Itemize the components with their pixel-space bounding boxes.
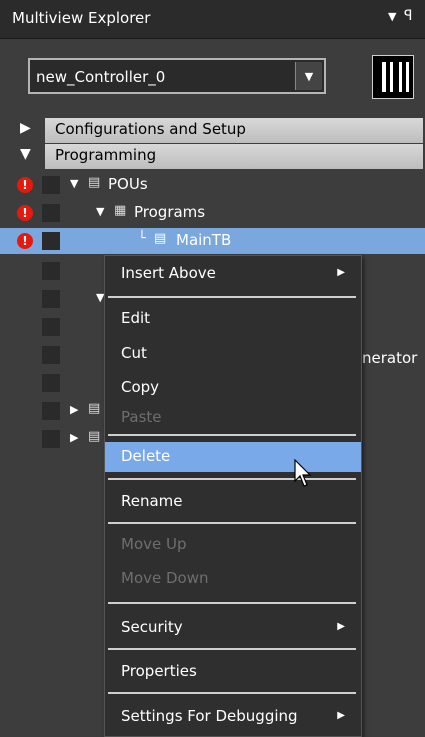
menu-item-label: Delete (121, 447, 171, 465)
menu-item-delete[interactable]: Delete (105, 442, 361, 472)
collapse-arrow-icon[interactable]: ▼ (96, 205, 104, 218)
menu-item-paste: Paste (105, 403, 361, 433)
group-programming[interactable]: Programming (45, 144, 423, 169)
menu-separator (108, 648, 356, 650)
status-square (42, 402, 60, 420)
status-square (42, 318, 60, 336)
controller-select-value: new_Controller_0 (36, 68, 166, 86)
menu-separator (108, 602, 356, 604)
submenu-arrow-icon: ▶ (337, 621, 345, 632)
menu-item-label: Paste (121, 408, 162, 426)
menu-item-properties[interactable]: Properties (105, 657, 361, 687)
tree-row-programs[interactable]: ! ▼ ▦ Programs (0, 200, 425, 226)
expand-arrow-icon[interactable]: ▶ (20, 120, 31, 136)
menu-separator (108, 434, 356, 436)
folder-icon: ▤ (88, 429, 101, 444)
menu-separator (108, 478, 356, 480)
menu-item-cut[interactable]: Cut (105, 339, 361, 369)
menu-separator (108, 522, 356, 524)
status-square (42, 232, 60, 250)
program-icon: ▤ (154, 231, 167, 246)
dropdown-arrow-icon[interactable]: ▼ (388, 10, 396, 23)
status-square (42, 262, 60, 280)
pin-icon[interactable]: ꟼ (404, 8, 412, 24)
menu-item-label: Copy (121, 378, 160, 396)
menu-item-move-down: Move Down (105, 564, 361, 594)
error-icon: ! (17, 233, 33, 249)
group-label: Programming (55, 146, 157, 164)
status-square (42, 346, 60, 364)
folder-icon: ▤ (88, 401, 101, 416)
tree-label: MainTB (176, 231, 232, 249)
tree-label: Programs (134, 203, 206, 221)
status-square (42, 204, 60, 222)
tree-row-maintb[interactable]: ! └ ▤ MainTB (0, 228, 425, 254)
collapse-arrow-icon[interactable]: ▼ (20, 146, 31, 162)
menu-item-label: Move Down (121, 569, 209, 587)
group-label: Configurations and Setup (55, 120, 246, 138)
submenu-arrow-icon: ▶ (337, 267, 345, 278)
panel-titlebar: Multiview Explorer ▼ ꟼ (0, 0, 425, 39)
status-square (42, 374, 60, 392)
menu-item-label: Cut (121, 344, 147, 362)
panel-title: Multiview Explorer (12, 9, 151, 27)
tree-label: POUs (108, 175, 148, 193)
menu-item-label: Security (121, 618, 183, 636)
menu-item-rename[interactable]: Rename (105, 487, 361, 517)
mouse-cursor-icon (294, 459, 312, 487)
menu-separator (108, 296, 356, 298)
controller-device-icon[interactable] (372, 55, 414, 99)
expand-arrow-icon[interactable]: ▶ (70, 403, 78, 416)
menu-item-move-up: Move Up (105, 530, 361, 560)
menu-item-label: Settings For Debugging (121, 707, 298, 725)
group-configurations-and-setup[interactable]: Configurations and Setup (45, 118, 423, 143)
menu-item-label: Properties (121, 662, 197, 680)
menu-item-edit[interactable]: Edit (105, 304, 361, 334)
status-square (42, 290, 60, 308)
submenu-arrow-icon: ▶ (337, 710, 345, 721)
chevron-down-icon[interactable]: ▼ (295, 62, 322, 90)
tree-connector-icon: └ (138, 231, 146, 246)
context-menu: Insert Above ▶ Edit Cut Copy Paste Delet… (104, 255, 362, 737)
error-icon: ! (17, 205, 33, 221)
error-icon: ! (17, 177, 33, 193)
menu-item-label: Rename (121, 492, 183, 510)
menu-item-label: Edit (121, 309, 151, 327)
tree-label-partial: nerator (362, 349, 418, 367)
expand-arrow-icon[interactable]: ▶ (70, 431, 78, 444)
menu-separator (108, 692, 356, 694)
menu-item-insert-above[interactable]: Insert Above ▶ (105, 259, 361, 289)
menu-item-label: Move Up (121, 535, 187, 553)
programs-folder-icon: ▦ (114, 203, 127, 218)
status-square (42, 176, 60, 194)
status-square (42, 430, 60, 448)
menu-item-label: Insert Above (121, 264, 216, 282)
collapse-arrow-icon[interactable]: ▼ (70, 177, 78, 190)
menu-item-settings-for-debugging[interactable]: Settings For Debugging ▶ (105, 702, 361, 732)
controller-select[interactable]: new_Controller_0 ▼ (28, 58, 326, 94)
menu-item-security[interactable]: Security ▶ (105, 613, 361, 643)
tree-row-pous[interactable]: ! ▼ ▤ POUs (0, 172, 425, 198)
menu-item-copy[interactable]: Copy (105, 373, 361, 403)
folder-icon: ▤ (88, 175, 101, 190)
